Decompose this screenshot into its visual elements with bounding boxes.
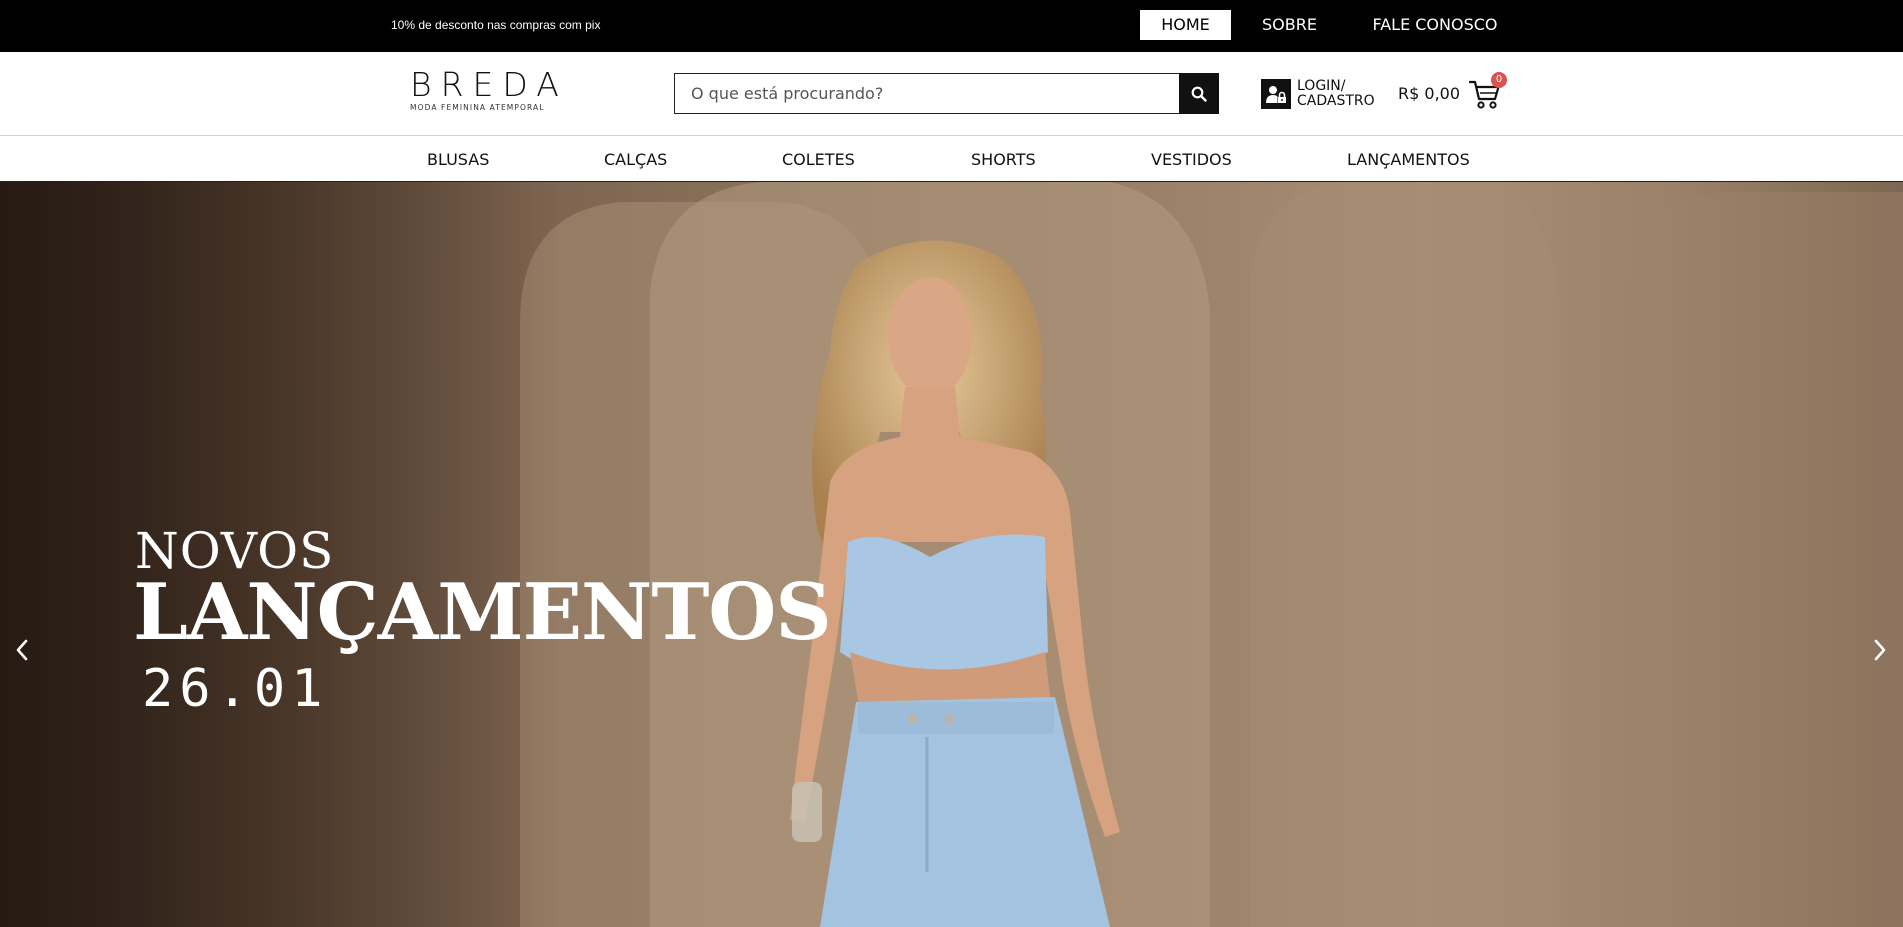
nav-home-link[interactable]: HOME — [1140, 10, 1231, 40]
category-vestidos[interactable]: VESTIDOS — [1151, 150, 1232, 169]
category-coletes[interactable]: COLETES — [782, 150, 855, 169]
carousel-prev-button[interactable] — [10, 636, 34, 664]
cart-total[interactable]: R$ 0,00 — [1398, 84, 1460, 103]
chevron-left-icon — [16, 639, 28, 661]
hero-date: 26.01 — [142, 659, 329, 719]
category-blusas[interactable]: BLUSAS — [427, 150, 489, 169]
category-nav: BLUSAS CALÇAS COLETES SHORTS VESTIDOS LA… — [0, 136, 1903, 182]
top-bar: 10% de desconto nas compras com pix HOME… — [0, 0, 1903, 52]
cart-count-badge: 0 — [1491, 72, 1507, 88]
nav-sobre-link[interactable]: SOBRE — [1253, 10, 1326, 40]
logo-wordmark: BREDA — [410, 65, 568, 104]
search-bar — [674, 73, 1219, 114]
logo-tagline: MODA FEMININA ATEMPORAL — [410, 103, 545, 112]
promo-text: 10% de desconto nas compras com pix — [391, 18, 601, 32]
category-calcas[interactable]: CALÇAS — [604, 150, 667, 169]
hero-banner[interactable]: NOVOS LANÇAMENTOS 26.01 — [0, 182, 1903, 927]
chevron-right-icon — [1874, 639, 1886, 661]
login-register-link[interactable]: LOGIN/ CADASTRO — [1261, 78, 1375, 110]
category-lancamentos[interactable]: LANÇAMENTOS — [1347, 150, 1470, 169]
cart-button[interactable]: 0 — [1468, 72, 1507, 110]
main-header: BREDA MODA FEMININA ATEMPORAL LOGIN/ CAD… — [0, 52, 1903, 136]
search-input[interactable] — [675, 74, 1179, 113]
search-icon — [1191, 86, 1207, 102]
category-shorts[interactable]: SHORTS — [971, 150, 1036, 169]
nav-fale-conosco-link[interactable]: FALE CONOSCO — [1364, 10, 1506, 40]
login-label: LOGIN/ — [1297, 78, 1346, 94]
register-label: CADASTRO — [1297, 93, 1375, 109]
user-lock-icon — [1261, 79, 1291, 109]
hero-title: LANÇAMENTOS — [133, 567, 832, 658]
carousel-next-button[interactable] — [1868, 636, 1892, 664]
store-logo[interactable]: BREDA MODA FEMININA ATEMPORAL — [410, 68, 572, 116]
search-button[interactable] — [1179, 73, 1219, 114]
